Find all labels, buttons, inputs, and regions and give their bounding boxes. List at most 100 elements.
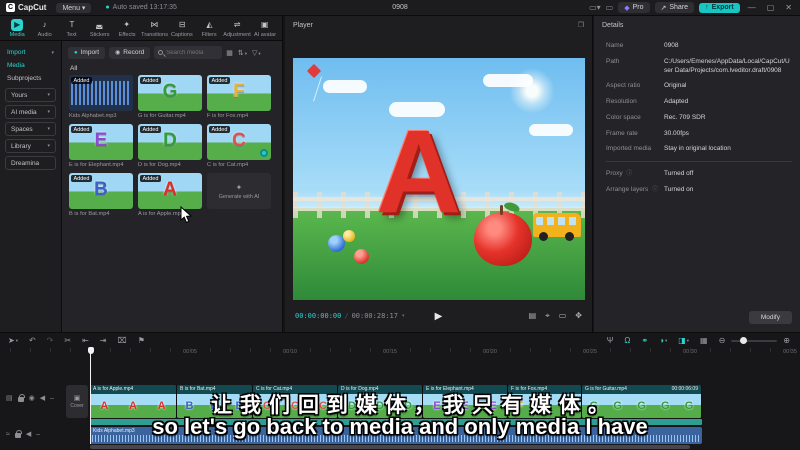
maximize-button[interactable]: ▢	[764, 3, 778, 12]
track-view-icon[interactable]: ◨ ▾	[678, 336, 689, 345]
media-thumbnail[interactable]: B Added	[69, 173, 133, 209]
ruler-mark: 00:20	[483, 349, 497, 355]
sidebar-item-ai-media[interactable]: AI media ▾	[5, 105, 56, 119]
details-row: Resolution Adapted	[606, 98, 792, 107]
media-thumbnail[interactable]: G Added	[138, 75, 202, 111]
ribbon-tab-audio[interactable]: ♪ Audio	[31, 19, 57, 38]
timeline-ruler[interactable]: 00:05 00:10 00:15 00:20 00:25 00:30 00:35	[0, 348, 800, 360]
generate-with-ai-button[interactable]: ✦ Generate with AI	[207, 173, 271, 209]
cover-button[interactable]: ▣ Cover	[66, 385, 88, 418]
timeline-zoom-slider[interactable]	[731, 337, 778, 344]
delete-right-icon[interactable]: ⇥	[100, 336, 107, 345]
media-thumbnail[interactable]: F Added	[207, 75, 271, 111]
grid-view-icon[interactable]: ▦	[226, 49, 233, 57]
layout-toggle-icon[interactable]: ▭▾	[589, 3, 601, 12]
video-preview[interactable]: A	[293, 58, 585, 300]
ribbon-tab-captions[interactable]: ⊟ Captions	[169, 19, 195, 38]
preview-frames-icon[interactable]: ▦	[700, 336, 708, 345]
fullscreen-icon[interactable]: ✥	[575, 311, 582, 321]
delete-icon[interactable]: ⌧	[117, 336, 126, 345]
search-input[interactable]	[166, 49, 217, 56]
record-button[interactable]: ◉ Record	[109, 46, 151, 59]
select-tool-icon[interactable]: ➤ ▾	[8, 336, 18, 345]
media-item[interactable]: G Added G is for Guitar.mp4	[138, 75, 202, 119]
media-item-label: Kids Alphabet.mp3	[69, 113, 117, 119]
ribbon-tab-ai-avatar[interactable]: ▣ AI avatar	[252, 19, 278, 38]
auto-link-icon[interactable]: ⚭	[641, 336, 648, 345]
autosave-text: Auto saved 13:17:35	[112, 4, 177, 11]
main-track-magnet-icon[interactable]: ◑ ▾	[659, 336, 667, 345]
pro-badge[interactable]: ◆ Pro	[618, 2, 650, 13]
media-thumbnail[interactable]: E Added	[69, 124, 133, 160]
media-item[interactable]: B Added B is for Bat.mp4	[69, 173, 133, 217]
ribbon-tab-filters[interactable]: ◭ Filters	[196, 19, 222, 38]
export-button[interactable]: ↑ Export	[699, 2, 740, 13]
timeline-scrollbar[interactable]	[90, 445, 690, 449]
track-icon[interactable]: –	[50, 395, 54, 402]
snapshot-icon[interactable]: ⌖	[545, 311, 550, 321]
playhead[interactable]	[87, 347, 94, 444]
marker-icon[interactable]: ⚑	[138, 336, 145, 345]
ratio-icon[interactable]: ▭	[559, 311, 567, 321]
zoom-out-icon[interactable]: ⊖	[719, 336, 726, 345]
timecode-options-icon[interactable]: ▾	[402, 313, 405, 319]
voiceover-icon[interactable]: Ψ	[607, 336, 614, 345]
sidebar-item-dreamina[interactable]: Dreamina	[5, 156, 56, 170]
sidebar-item-label: Dreamina	[11, 159, 40, 167]
media-thumbnail[interactable]: Added	[69, 75, 133, 111]
modify-button[interactable]: Modify	[748, 311, 792, 324]
ribbon-tab-effects[interactable]: ✦ Effects	[114, 19, 140, 38]
ribbon-tab-media[interactable]: ▶ Media	[4, 18, 30, 38]
redo-icon[interactable]: ↷	[47, 336, 54, 345]
sidebar-item-yours[interactable]: Yours ▾	[5, 88, 56, 102]
media-item[interactable]: D Added D is for Dog.mp4	[138, 124, 202, 168]
ribbon-tab-text[interactable]: T Text	[59, 19, 85, 38]
sidebar-item-library[interactable]: Library ▾	[5, 139, 56, 153]
ribbon-tab-stickers[interactable]: ◛ Stickers	[86, 19, 112, 38]
panel-layout-icon[interactable]: ▭	[606, 3, 614, 12]
media-item[interactable]: F Added F is for Fox.mp4	[207, 75, 271, 119]
import-button[interactable]: ● Import	[68, 46, 106, 59]
menu-button[interactable]: Menu ▾	[56, 2, 92, 13]
sidebar-item-spaces[interactable]: Spaces ▾	[5, 122, 56, 136]
subtitle-english: so let's go back to media and only media…	[152, 414, 648, 439]
track-icon[interactable]: ◀	[40, 394, 45, 402]
play-button[interactable]: ▶	[435, 311, 443, 322]
ribbon-tab-adjustment[interactable]: ⇌ Adjustment	[223, 19, 251, 38]
media-thumbnail[interactable]: D Added	[138, 124, 202, 160]
media-thumbnail[interactable]: C Added	[207, 124, 271, 160]
track-icon[interactable]: ◀	[26, 430, 31, 438]
sidebar-item-media[interactable]: Media	[0, 59, 61, 72]
minimize-button[interactable]: —	[745, 3, 759, 12]
delete-left-icon[interactable]: ⇤	[82, 336, 89, 345]
close-button[interactable]: ✕	[782, 3, 795, 12]
media-item[interactable]: Added Kids Alphabet.mp3	[69, 75, 133, 119]
media-item[interactable]: E Added E is for Elephant.mp4	[69, 124, 133, 168]
sort-icon[interactable]: ⇅▾	[238, 49, 247, 57]
track-icon[interactable]: ▤	[6, 394, 13, 402]
media-search[interactable]	[154, 46, 223, 59]
details-row: Path C:/Users/Emenes/AppData/Local/CapCut…	[606, 58, 792, 76]
track-icon[interactable]: ◉	[29, 394, 35, 402]
quality-icon[interactable]: ▤	[529, 311, 537, 321]
split-icon[interactable]: ✂	[64, 336, 71, 345]
zoom-in-icon[interactable]: ⊕	[783, 336, 790, 345]
sidebar-item-import[interactable]: Import ▾	[0, 46, 61, 59]
media-thumbnail[interactable]: A Added	[138, 173, 202, 209]
lock-icon[interactable]	[17, 394, 25, 402]
details-label: Arrange layers ⓘ	[606, 185, 658, 193]
sidebar-item-subprojects[interactable]: Subprojects	[0, 72, 61, 85]
media-item[interactable]: C Added C is for Cat.mp4	[207, 124, 271, 168]
filter-icon[interactable]: ▽▾	[252, 49, 261, 57]
track-icon[interactable]: –	[36, 431, 40, 438]
lock-icon[interactable]	[14, 430, 22, 438]
ribbon-tab-label: Stickers	[89, 31, 110, 38]
player-undock-icon[interactable]: ❐	[578, 21, 584, 29]
zoom-slider-knob[interactable]	[740, 337, 748, 344]
generate-with-ai-tile[interactable]: ✦ Generate with AI	[207, 173, 271, 217]
magnetic-snap-icon[interactable]: Ω	[624, 336, 630, 345]
ribbon-tab-transitions[interactable]: ⋈ Transitions	[141, 19, 168, 38]
share-button[interactable]: ↗ Share	[654, 2, 695, 13]
track-icon[interactable]: ≈	[6, 431, 10, 438]
undo-icon[interactable]: ↶	[29, 336, 36, 345]
